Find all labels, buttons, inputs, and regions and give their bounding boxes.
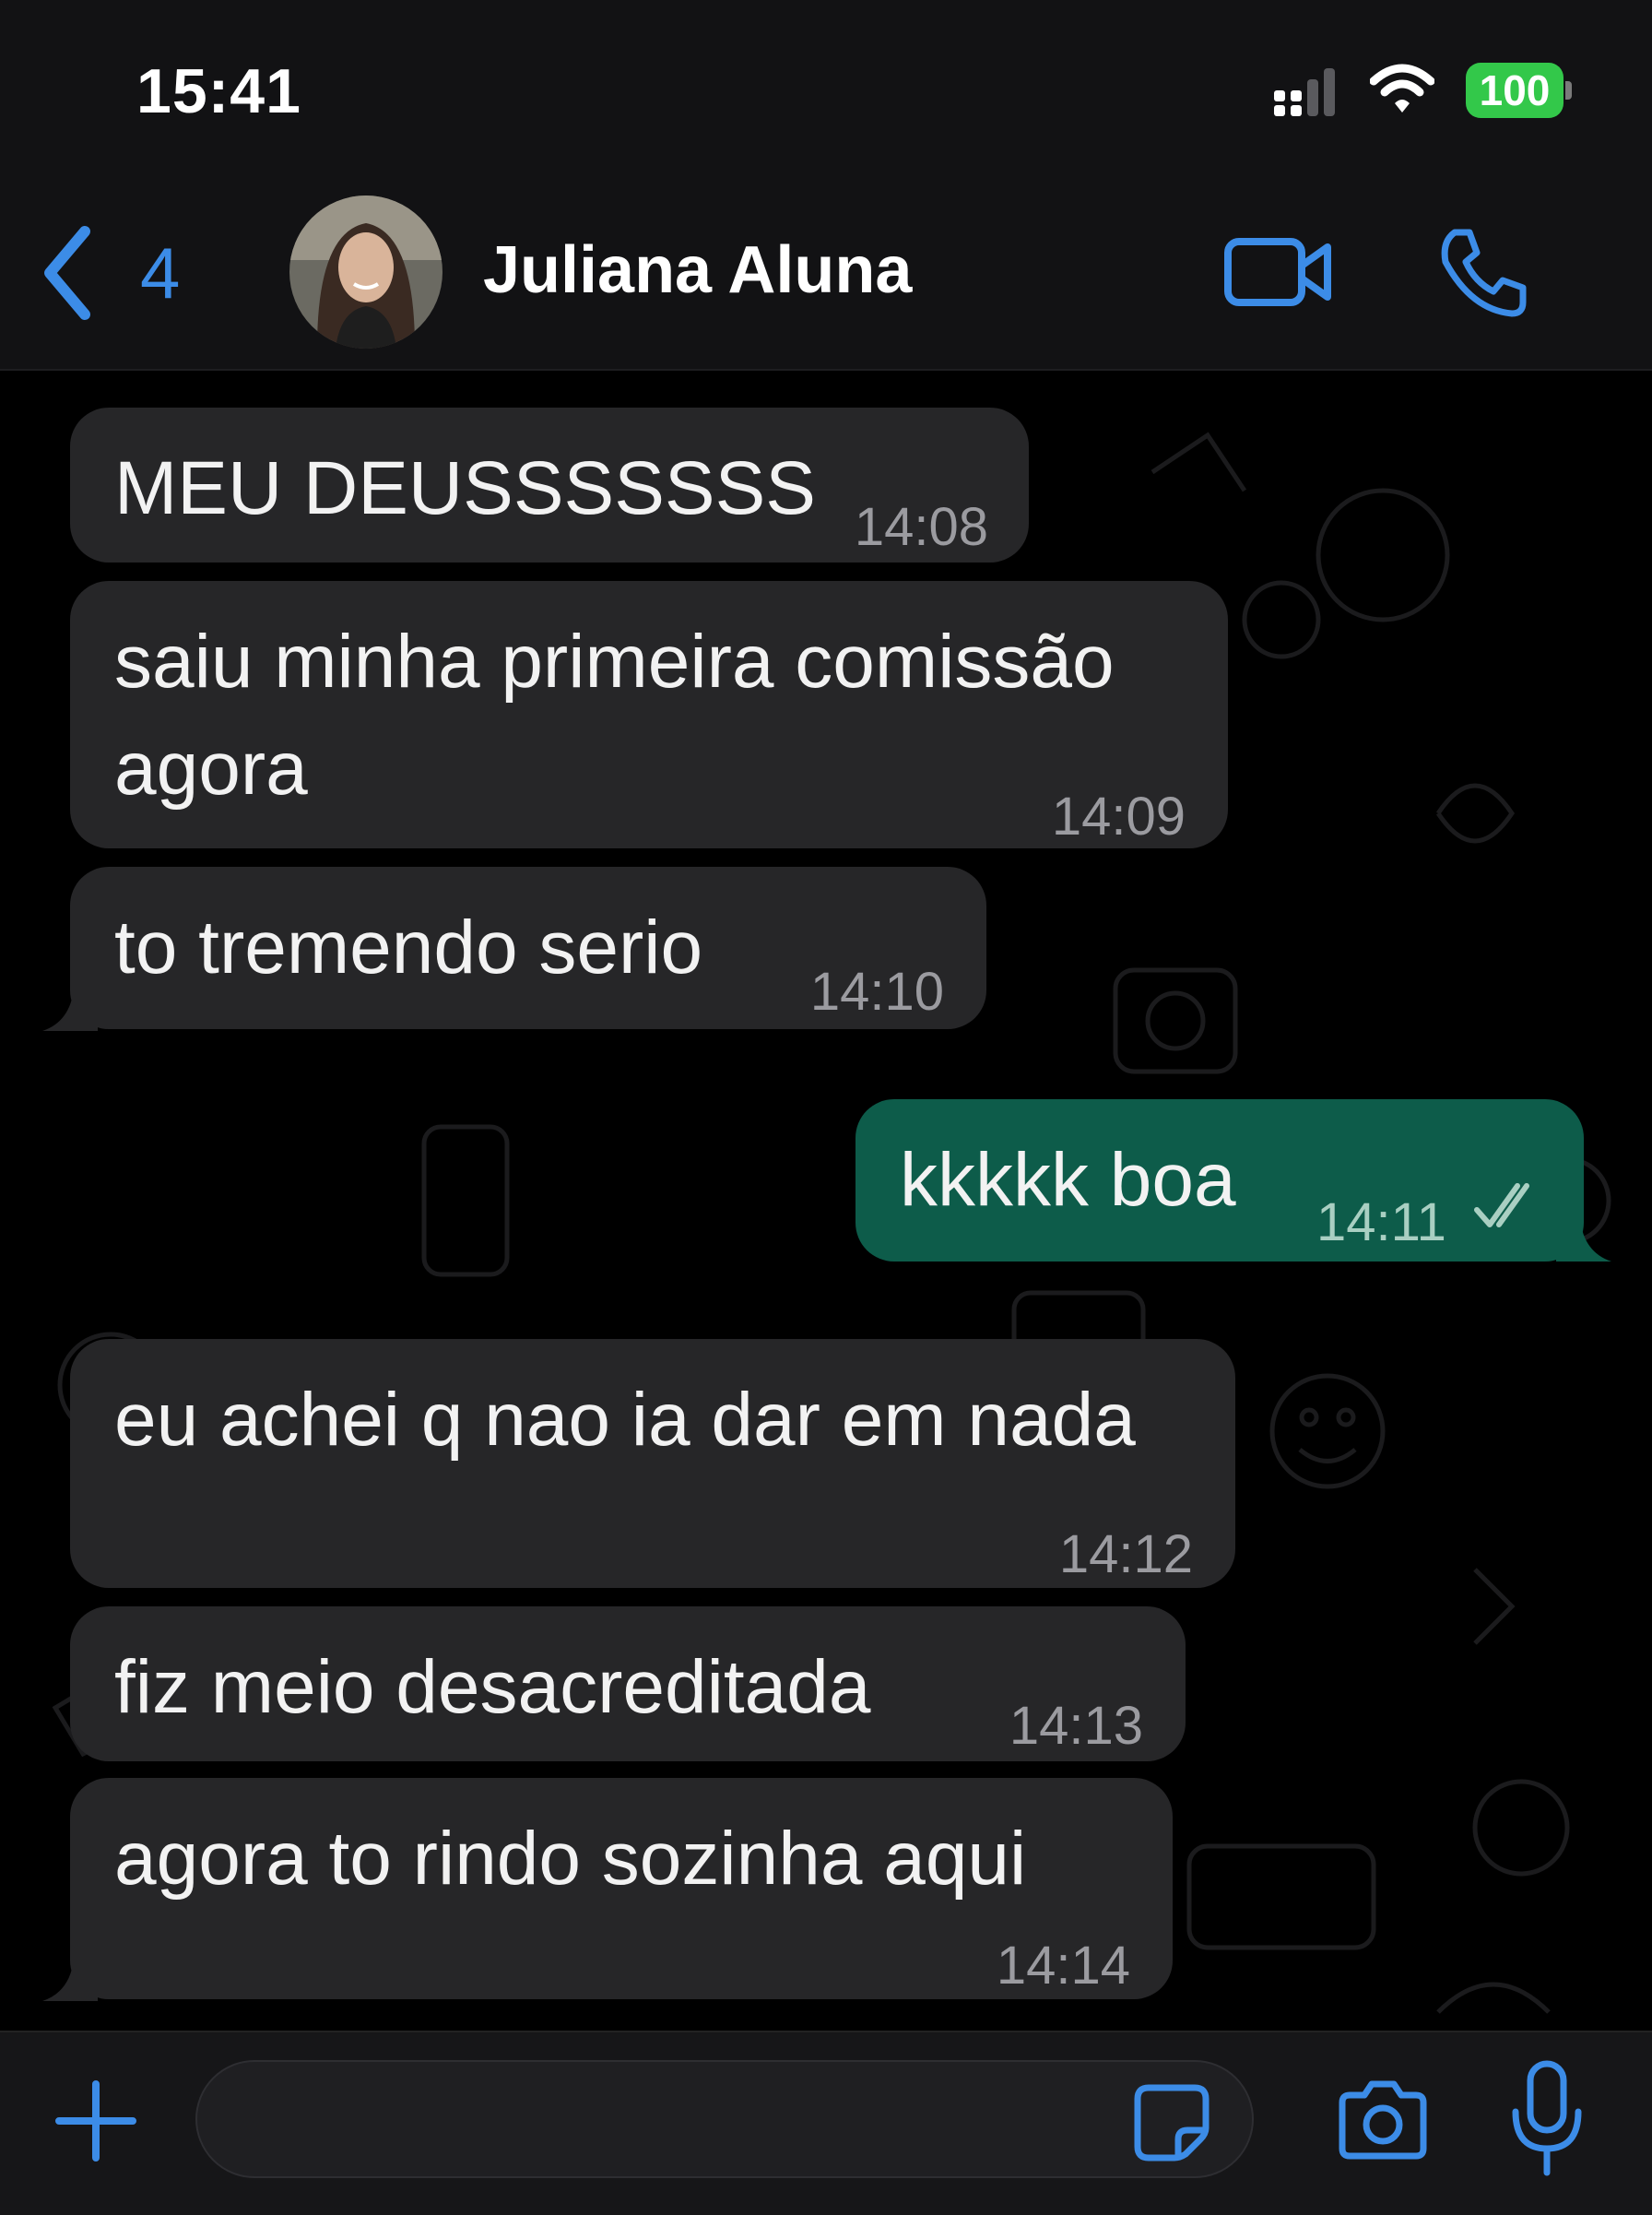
sticker-icon[interactable] [1132, 2082, 1211, 2162]
message-bubble-incoming[interactable]: MEU DEUSSSSSSS 14:08 [70, 408, 1029, 563]
message-input[interactable] [195, 2060, 1254, 2178]
message-text-line2: agora [114, 727, 308, 811]
message-time: 14:12 [1058, 1524, 1193, 1584]
video-camera-icon[interactable] [1222, 231, 1335, 314]
message-bubble-incoming[interactable]: fiz meio desacreditada 14:13 [70, 1606, 1186, 1761]
message-bubble-incoming[interactable]: to tremendo serio 14:10 [70, 867, 986, 1029]
battery-icon: 100 [1466, 63, 1573, 118]
message-time: 14:14 [996, 1936, 1130, 1996]
chevron-left-icon [44, 226, 90, 320]
camera-icon[interactable] [1335, 2080, 1431, 2160]
battery-level: 100 [1466, 63, 1564, 118]
message-time: 14:10 [809, 962, 944, 1022]
message-time: 14:09 [1051, 787, 1186, 847]
message-text: to tremendo serio [114, 906, 703, 989]
message-text: kkkkk boa [900, 1138, 1236, 1222]
chat-header: 4 Juliana Aluna [0, 184, 1652, 371]
contact-name[interactable]: Juliana Aluna [483, 232, 912, 308]
unread-count: 4 [140, 231, 181, 314]
bubble-tail [42, 1959, 98, 2001]
avatar[interactable] [289, 195, 442, 349]
message-time: 14:13 [1009, 1696, 1143, 1756]
back-button[interactable]: 4 [37, 218, 203, 328]
message-text: fiz meio desacreditada [114, 1645, 871, 1729]
message-bubble-outgoing[interactable]: kkkkk boa 14:11 [856, 1099, 1584, 1261]
composer-bar [0, 2031, 1652, 2215]
message-text: agora to rindo sozinha aqui [114, 1817, 1027, 1901]
message-time: 14:08 [854, 497, 988, 557]
phone-icon[interactable] [1434, 225, 1530, 321]
read-checkmarks-icon [1474, 1183, 1529, 1227]
wifi-icon [1370, 64, 1434, 113]
bubble-tail [1556, 1219, 1611, 1261]
message-bubble-incoming[interactable]: eu achei q nao ia dar em nada 14:12 [70, 1339, 1235, 1588]
message-time: 14:11 [1316, 1192, 1446, 1252]
message-text: saiu minha primeira comissão [114, 620, 1115, 704]
message-bubble-incoming[interactable]: agora to rindo sozinha aqui 14:14 [70, 1778, 1173, 1999]
status-time: 15:41 [136, 56, 301, 126]
signal-icon [1274, 68, 1335, 116]
chat-area[interactable]: MEU DEUSSSSSSS 14:08 saiu minha primeira… [0, 371, 1652, 2031]
message-bubble-incoming[interactable]: saiu minha primeira comissão agora 14:09 [70, 581, 1228, 848]
plus-icon[interactable] [52, 2077, 140, 2165]
message-text: eu achei q nao ia dar em nada [114, 1378, 1136, 1462]
bubble-tail [42, 989, 98, 1031]
microphone-icon[interactable] [1508, 2060, 1586, 2178]
status-bar: 15:41 100 [0, 0, 1652, 184]
message-text: MEU DEUSSSSSSS [114, 446, 816, 530]
